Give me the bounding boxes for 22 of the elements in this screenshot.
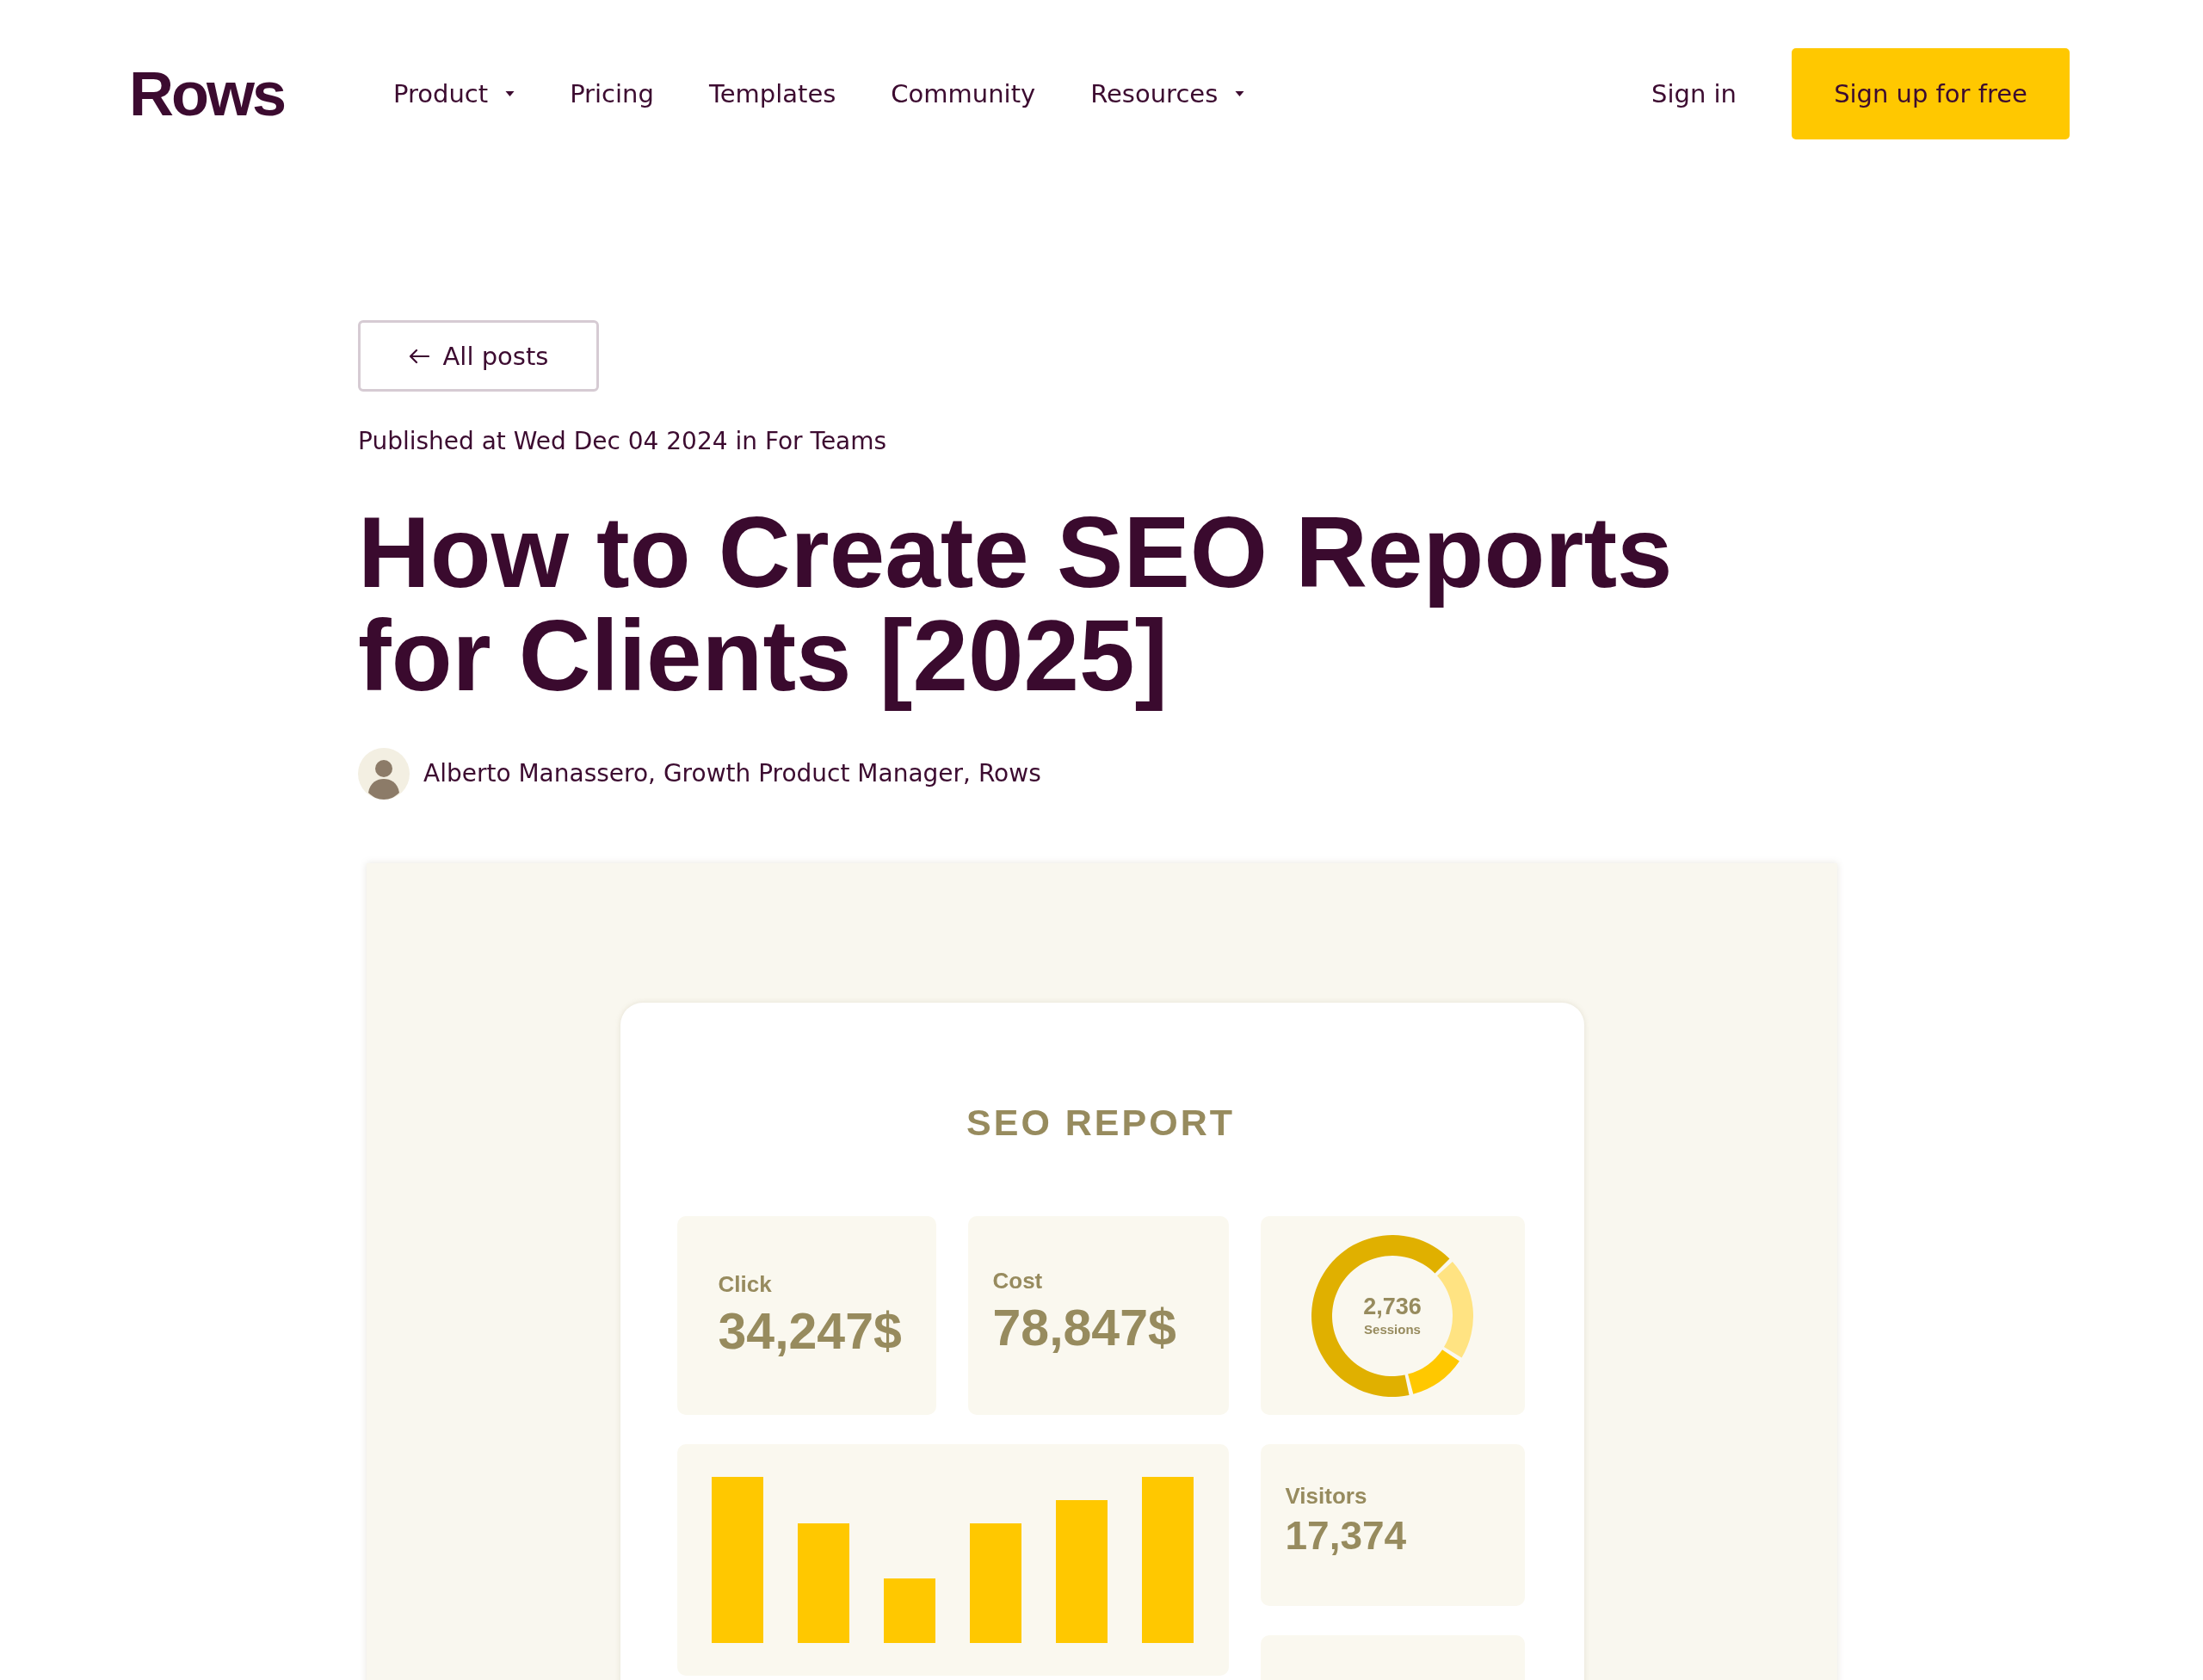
donut-value: 2,736 xyxy=(1363,1293,1422,1319)
stat-value: 34,247$ xyxy=(718,1304,902,1359)
author-byline: Alberto Manassero, Growth Product Manager, Rows xyxy=(423,758,1041,789)
sign-in-link[interactable]: Sign in xyxy=(1651,78,1737,109)
donut-label: Sessions xyxy=(1364,1320,1421,1338)
sign-up-button[interactable]: Sign up for free xyxy=(1792,48,2070,139)
nav-link[interactable]: Templates xyxy=(708,78,836,109)
nav-link[interactable]: Community xyxy=(891,78,1036,109)
stat-value: 78,847$ xyxy=(992,1300,1176,1356)
logo[interactable]: Rows xyxy=(129,63,285,125)
publish-info: Published at Wed Dec 04 2024 in For Teams xyxy=(358,426,887,457)
report-title: SEO REPORT xyxy=(966,1103,1235,1141)
back-button[interactable]: All posts xyxy=(358,320,599,392)
stat-value: 17,374 xyxy=(1285,1514,1407,1557)
nav-link[interactable]: Resources xyxy=(1090,78,1245,109)
stat-label: Visitors xyxy=(1285,1483,1367,1509)
avatar-icon xyxy=(358,748,410,800)
stat-label: Cost xyxy=(992,1268,1043,1294)
stat-label: Click xyxy=(718,1271,772,1297)
arrow-left-icon xyxy=(408,348,429,364)
nav-link[interactable]: Product xyxy=(393,78,515,109)
nav-link[interactable]: Pricing xyxy=(570,78,654,109)
